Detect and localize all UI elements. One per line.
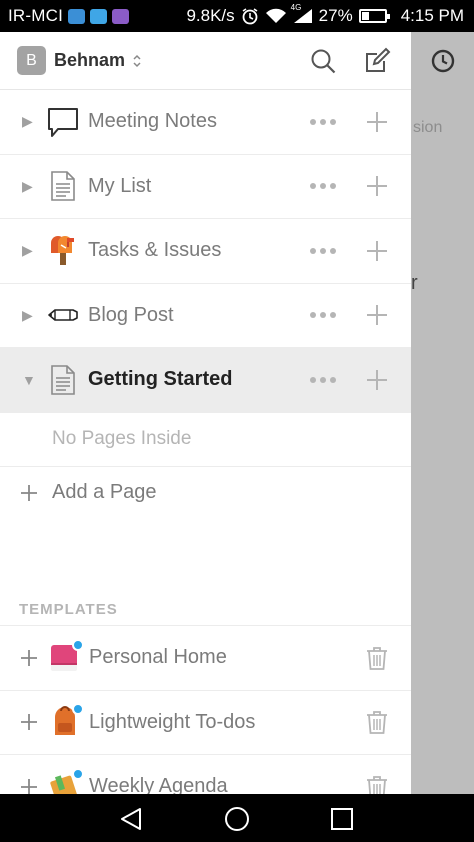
- battery-percent: 27%: [318, 6, 353, 25]
- new-page-icon[interactable]: [361, 45, 393, 77]
- recents-icon[interactable]: [327, 804, 357, 834]
- workspace-name[interactable]: Behnam: [54, 50, 125, 71]
- plus-icon[interactable]: [20, 713, 38, 731]
- templates-heading: TEMPLATES: [19, 601, 118, 618]
- alarm-icon: [242, 8, 258, 25]
- plus-icon: [21, 484, 37, 501]
- background-page-text: sion: [413, 119, 443, 136]
- network-type: 4G: [290, 3, 302, 12]
- new-badge-icon: [72, 638, 84, 651]
- add-subpage-button[interactable]: [363, 348, 391, 412]
- backpack-icon: [48, 703, 84, 739]
- background-page: sion r: [411, 32, 474, 794]
- app-notification-icon: [112, 8, 130, 24]
- page-row-tasks-issues[interactable]: ▶ Tasks & Issues: [0, 219, 411, 284]
- add-subpage-button[interactable]: [363, 90, 391, 154]
- network-speed: 9.8K/s: [186, 6, 235, 25]
- clock: 4:15 PM: [400, 6, 464, 25]
- collapse-caret-icon[interactable]: ▼: [22, 372, 36, 388]
- more-options-icon[interactable]: [310, 348, 336, 412]
- add-subpage-button[interactable]: [363, 155, 391, 219]
- search-icon[interactable]: [307, 45, 339, 77]
- trash-icon[interactable]: [366, 626, 388, 690]
- notepad-icon: [48, 767, 84, 794]
- more-options-icon[interactable]: [310, 219, 336, 283]
- template-row-personal-home[interactable]: Personal Home: [0, 625, 411, 690]
- speech-bubble-icon: [46, 105, 80, 139]
- page-label: Blog Post: [88, 303, 174, 326]
- new-badge-icon: [72, 767, 84, 780]
- workspace-switcher-icon[interactable]: [132, 54, 142, 68]
- more-options-icon[interactable]: [310, 90, 336, 154]
- navigation-bar: [0, 794, 474, 842]
- battery-icon: [358, 9, 390, 23]
- page-row-meeting-notes[interactable]: ▶ Meeting Notes: [0, 90, 411, 155]
- more-options-icon[interactable]: [310, 155, 336, 219]
- back-icon[interactable]: [116, 804, 146, 834]
- page-label: Getting Started: [88, 368, 233, 391]
- add-subpage-button[interactable]: [363, 219, 391, 283]
- carrier-label: IR-MCI: [8, 6, 64, 25]
- plus-icon[interactable]: [20, 649, 38, 667]
- document-icon: [46, 363, 80, 397]
- background-page-header: [411, 32, 474, 90]
- signal-icon: 4G: [291, 3, 313, 24]
- plus-icon[interactable]: [20, 778, 38, 794]
- no-pages-inside-text: No Pages Inside: [0, 413, 411, 467]
- template-row-weekly-agenda[interactable]: Weekly Agenda: [0, 754, 411, 794]
- pencil-icon: [46, 298, 80, 332]
- template-label: Weekly Agenda: [89, 775, 228, 794]
- page-label: Tasks & Issues: [88, 239, 222, 262]
- expand-caret-icon[interactable]: ▶: [22, 113, 36, 130]
- add-page-label: Add a Page: [52, 481, 157, 503]
- template-label: Lightweight To-dos: [89, 710, 256, 733]
- page-label: Meeting Notes: [88, 110, 217, 133]
- expand-caret-icon[interactable]: ▶: [22, 242, 36, 259]
- workspace-avatar[interactable]: B: [17, 46, 46, 75]
- templates-list: Personal Home Lightweight To-dos Weekly …: [0, 625, 411, 794]
- trash-icon[interactable]: [366, 691, 388, 755]
- expand-caret-icon[interactable]: ▶: [22, 178, 36, 195]
- mailbox-icon: [46, 234, 80, 268]
- add-subpage-button[interactable]: [363, 284, 391, 348]
- more-options-icon[interactable]: [310, 284, 336, 348]
- background-page-text: r: [411, 272, 418, 294]
- wifi-icon: [265, 8, 286, 23]
- document-icon: [46, 169, 80, 203]
- page-row-my-list[interactable]: ▶ My List: [0, 155, 411, 219]
- add-page-button[interactable]: Add a Page: [0, 467, 411, 519]
- status-bar: IR-MCI 9.8K/s 4G 27% 4:15 PM: [0, 0, 474, 32]
- chat-notification-icon: [90, 8, 108, 24]
- page-label: My List: [88, 174, 152, 197]
- page-row-blog-post[interactable]: ▶ Blog Post: [0, 284, 411, 348]
- template-row-lightweight-todos[interactable]: Lightweight To-dos: [0, 689, 411, 755]
- page-row-getting-started[interactable]: ▼ Getting Started: [0, 348, 411, 413]
- home-icon[interactable]: [222, 804, 252, 834]
- new-badge-icon: [72, 703, 84, 716]
- sidebar-drawer: B Behnam ▶ Meeting Notes ▶ My List ▶ Tas…: [0, 32, 411, 794]
- template-label: Personal Home: [89, 646, 227, 669]
- mail-notification-icon: [68, 8, 86, 24]
- book-icon: [48, 638, 84, 675]
- trash-icon[interactable]: [366, 755, 388, 794]
- expand-caret-icon[interactable]: ▶: [22, 307, 36, 324]
- sidebar-header: B Behnam: [0, 32, 411, 90]
- history-icon[interactable]: [430, 48, 456, 74]
